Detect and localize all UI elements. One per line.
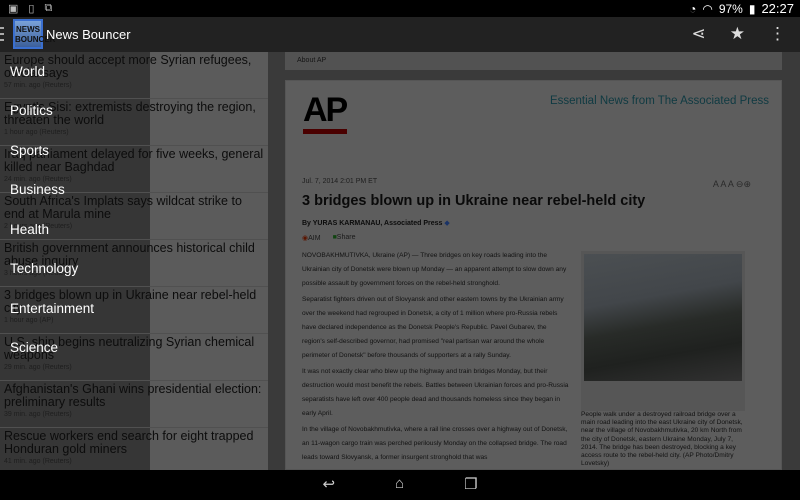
article-body: NOVOBAKHMUTIVKA, Ukraine (AP) — Three br…: [302, 252, 569, 461]
recents-icon[interactable]: ❐: [464, 475, 477, 500]
list-item[interactable]: Europe should accept more Syrian refugee…: [0, 52, 268, 99]
screens-icon: ⧉: [44, 2, 53, 14]
system-nav-bar: ↩ ⌂ ❐: [0, 470, 800, 500]
ap-cube-icon: ◆: [444, 220, 450, 227]
list-item[interactable]: South Africa's Implats says wildcat stri…: [0, 193, 268, 240]
battery-icon: ▮: [748, 1, 756, 16]
list-item[interactable]: Afghanistan's Ghani wins presidential el…: [0, 381, 268, 428]
gallery-icon: ▣: [8, 3, 19, 15]
list-item[interactable]: U.S. ship begins neutralizing Syrian che…: [0, 334, 268, 381]
star-icon[interactable]: ★: [730, 24, 745, 44]
back-icon[interactable]: ↩: [322, 475, 335, 500]
share-button[interactable]: ■Share: [333, 234, 356, 242]
list-item[interactable]: Rescue workers end search for eight trap…: [0, 428, 268, 470]
home-icon[interactable]: ⌂: [395, 475, 404, 500]
battery-percent: 97%: [718, 1, 743, 16]
article-date: Jul. 7, 2014 2:01 PM ET: [302, 178, 378, 185]
phone-icon: ▯: [28, 3, 35, 15]
headline-list: Europe should accept more Syrian refugee…: [0, 52, 268, 470]
clock: 22:27: [761, 1, 794, 16]
list-item[interactable]: Iraq parliament delayed for five weeks, …: [0, 146, 268, 193]
list-item[interactable]: British government announces historical …: [0, 240, 268, 287]
article-photo[interactable]: [581, 251, 745, 411]
zoom-in-icon[interactable]: ⊕: [743, 179, 751, 189]
ap-logo-bar: [303, 129, 347, 134]
about-ap-link[interactable]: About AP: [285, 52, 782, 70]
app-logo[interactable]: NEWS BOUNCER: [13, 19, 55, 49]
drawer-toggle-icon[interactable]: [0, 27, 4, 41]
text-size-controls[interactable]: A A A ⊖⊕: [713, 179, 751, 190]
photo-caption: People walk under a destroyed railroad b…: [581, 411, 743, 468]
alarm-icon: ◔: [689, 1, 697, 16]
byline: By YURAS KARMANAU, Associated Press ◆: [302, 220, 450, 227]
list-item[interactable]: Egypt's Sisi: extremists destroying the …: [0, 99, 268, 146]
ap-logo: AP: [303, 91, 348, 129]
aim-button[interactable]: ◉AIM: [302, 234, 321, 242]
article-card: AP Essential News from The Associated Pr…: [285, 80, 782, 470]
status-bar: ▣ ▯ ⧉ ◔ ◠ 97% ▮ 22:27: [0, 0, 800, 17]
app-title: News Bouncer: [46, 27, 131, 42]
bridge-photo: [584, 254, 742, 381]
list-item[interactable]: 3 bridges blown up in Ukraine near rebel…: [0, 287, 268, 334]
tagline: Essential News from The Associated Press: [549, 95, 769, 107]
action-bar: NEWS BOUNCER News Bouncer ⋖ ★ ⋮: [0, 17, 800, 52]
overflow-menu-icon[interactable]: ⋮: [769, 24, 786, 44]
share-icon[interactable]: ⋖: [692, 24, 706, 44]
wifi-icon: ◠: [702, 1, 713, 16]
article-title: 3 bridges blown up in Ukraine near rebel…: [302, 193, 646, 209]
